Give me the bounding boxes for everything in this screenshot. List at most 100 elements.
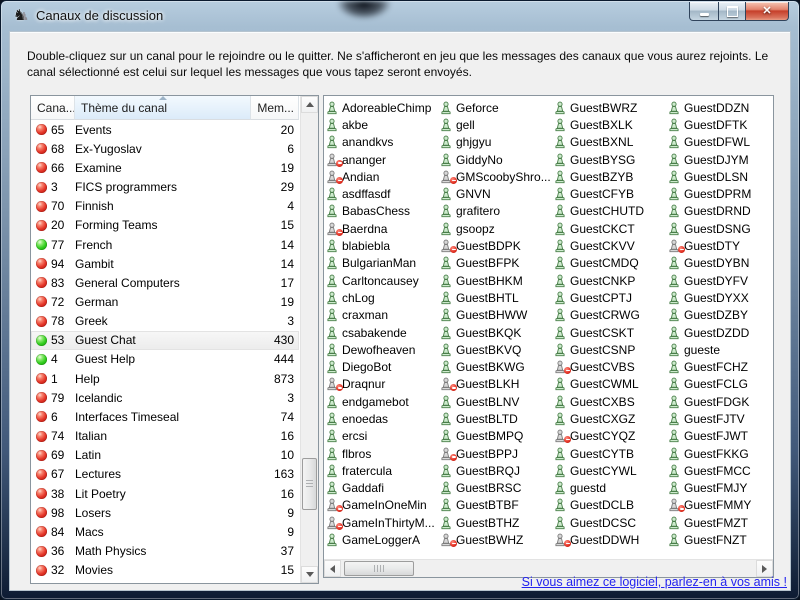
user-item[interactable]: Dewofheaven xyxy=(326,341,440,358)
horizontal-scroll-thumb[interactable] xyxy=(344,561,414,576)
user-item[interactable]: GuestBXLK xyxy=(554,116,668,133)
user-item[interactable]: GuestBFPK xyxy=(440,255,554,272)
user-item[interactable]: GuestBWHZ xyxy=(440,531,554,548)
user-item[interactable]: GuestBZYB xyxy=(554,168,668,185)
user-item[interactable]: GuestFJTV xyxy=(668,410,774,427)
channel-row[interactable]: 77French14 xyxy=(31,235,299,254)
user-item[interactable]: GuestCKCT xyxy=(554,220,668,237)
channel-row[interactable]: 65Events20 xyxy=(31,120,299,139)
user-item[interactable]: gueste xyxy=(668,341,774,358)
user-item[interactable]: GuestCVBS xyxy=(554,358,668,375)
user-item[interactable]: GNVN xyxy=(440,185,554,202)
user-item[interactable]: GuestFMZT xyxy=(668,514,774,531)
scroll-left-button[interactable] xyxy=(324,560,341,577)
user-item[interactable]: chLog xyxy=(326,289,440,306)
user-item[interactable]: BulgarianMan xyxy=(326,255,440,272)
user-item[interactable]: Andian xyxy=(326,168,440,185)
user-item[interactable]: craxman xyxy=(326,307,440,324)
channel-row[interactable]: 20Forming Teams15 xyxy=(31,216,299,235)
channel-row[interactable]: 6Interfaces Timeseal74 xyxy=(31,407,299,426)
channel-row[interactable]: 32Movies15 xyxy=(31,561,299,580)
channel-row[interactable]: 72German19 xyxy=(31,292,299,311)
channel-row[interactable]: 68Ex-Yugoslav6 xyxy=(31,139,299,158)
user-item[interactable]: GMScoobyShro... xyxy=(440,168,554,185)
user-item[interactable]: gell xyxy=(440,116,554,133)
user-item[interactable]: GuestBKQK xyxy=(440,324,554,341)
user-item[interactable]: GuestBLTD xyxy=(440,410,554,427)
user-item[interactable]: GuestDDWH xyxy=(554,531,668,548)
user-item[interactable]: Carltoncausey xyxy=(326,272,440,289)
column-header-channel[interactable]: Cana... xyxy=(31,96,75,120)
channel-row[interactable]: 4Guest Help444 xyxy=(31,350,299,369)
user-item[interactable]: GuestFKKG xyxy=(668,445,774,462)
user-item[interactable]: DiegoBot xyxy=(326,358,440,375)
user-item[interactable]: GuestFCLG xyxy=(668,376,774,393)
user-item[interactable]: GuestDPRM xyxy=(668,185,774,202)
channel-row[interactable]: 67Lectures163 xyxy=(31,465,299,484)
user-item[interactable]: enoedas xyxy=(326,410,440,427)
channel-row[interactable]: 70Finnish4 xyxy=(31,197,299,216)
user-item[interactable]: GuestDTY xyxy=(668,237,774,254)
user-item[interactable]: GuestBXNL xyxy=(554,134,668,151)
user-item[interactable]: GuestDLSN xyxy=(668,168,774,185)
user-item[interactable]: GuestBLNV xyxy=(440,393,554,410)
user-item[interactable]: GuestCYQZ xyxy=(554,428,668,445)
user-item[interactable]: GuestDDZN xyxy=(668,99,774,116)
user-item[interactable]: asdffasdf xyxy=(326,185,440,202)
user-item[interactable]: endgamebot xyxy=(326,393,440,410)
channel-row[interactable]: 74Italian16 xyxy=(31,427,299,446)
table-vertical-scrollbar[interactable] xyxy=(300,96,318,583)
user-item[interactable]: GuestBKWG xyxy=(440,358,554,375)
user-item[interactable]: GuestBWRZ xyxy=(554,99,668,116)
user-item[interactable]: GuestCHUTD xyxy=(554,203,668,220)
user-item[interactable]: GuestBMPQ xyxy=(440,428,554,445)
user-item[interactable]: GuestBDPK xyxy=(440,237,554,254)
column-header-theme[interactable]: Thème du canal xyxy=(75,96,251,120)
user-item[interactable]: GuestFMJY xyxy=(668,480,774,497)
user-item[interactable]: GuestDYXX xyxy=(668,289,774,306)
channel-row[interactable]: 53Guest Chat430 xyxy=(31,331,299,350)
user-item[interactable]: GuestDSNG xyxy=(668,220,774,237)
channel-row[interactable]: 78Greek3 xyxy=(31,312,299,331)
user-item[interactable]: GuestCKVV xyxy=(554,237,668,254)
share-with-friends-link[interactable]: Si vous aimez ce logiciel, parlez-en à v… xyxy=(522,575,787,589)
user-item[interactable]: ghjgyu xyxy=(440,134,554,151)
scroll-down-button[interactable] xyxy=(301,566,318,583)
user-item[interactable]: GuestCSNP xyxy=(554,341,668,358)
user-item[interactable]: GuestDZBY xyxy=(668,307,774,324)
user-item[interactable]: gsoopz xyxy=(440,220,554,237)
user-item[interactable]: ercsi xyxy=(326,428,440,445)
channel-row[interactable]: 36Math Physics37 xyxy=(31,541,299,560)
channel-row[interactable]: 1Help873 xyxy=(31,369,299,388)
user-item[interactable]: GuestBHTL xyxy=(440,289,554,306)
user-item[interactable]: BabasChess xyxy=(326,203,440,220)
scroll-up-button[interactable] xyxy=(301,96,318,113)
user-item[interactable]: GuestDYBN xyxy=(668,255,774,272)
user-item[interactable]: Geforce xyxy=(440,99,554,116)
user-item[interactable]: GuestBHKM xyxy=(440,272,554,289)
user-item[interactable]: GuestFJWT xyxy=(668,428,774,445)
user-item[interactable]: GuestBRSC xyxy=(440,480,554,497)
close-button[interactable]: ✕ xyxy=(745,2,789,21)
user-item[interactable]: GuestFMMY xyxy=(668,497,774,514)
user-item[interactable]: GuestBPPJ xyxy=(440,445,554,462)
user-item[interactable]: GuestCNKP xyxy=(554,272,668,289)
channel-row[interactable]: 66Examine19 xyxy=(31,158,299,177)
user-item[interactable]: GuestDYFV xyxy=(668,272,774,289)
user-item[interactable]: GuestBLKH xyxy=(440,376,554,393)
user-item[interactable]: Draqnur xyxy=(326,376,440,393)
user-item[interactable]: GuestCRWG xyxy=(554,307,668,324)
channel-row[interactable]: 79Icelandic3 xyxy=(31,388,299,407)
user-item[interactable]: GuestCYTB xyxy=(554,445,668,462)
user-item[interactable]: ananger xyxy=(326,151,440,168)
user-item[interactable]: Gaddafi xyxy=(326,480,440,497)
user-item[interactable]: GuestDRND xyxy=(668,203,774,220)
user-item[interactable]: GuestFMCC xyxy=(668,462,774,479)
channel-row[interactable]: 38Lit Poetry16 xyxy=(31,484,299,503)
user-item[interactable]: fratercula xyxy=(326,462,440,479)
user-item[interactable]: GuestBHWW xyxy=(440,307,554,324)
user-item[interactable]: GuestCPTJ xyxy=(554,289,668,306)
user-item[interactable]: AdoreableChimp xyxy=(326,99,440,116)
user-item[interactable]: GuestBYSG xyxy=(554,151,668,168)
user-item[interactable]: GuestDCLB xyxy=(554,497,668,514)
